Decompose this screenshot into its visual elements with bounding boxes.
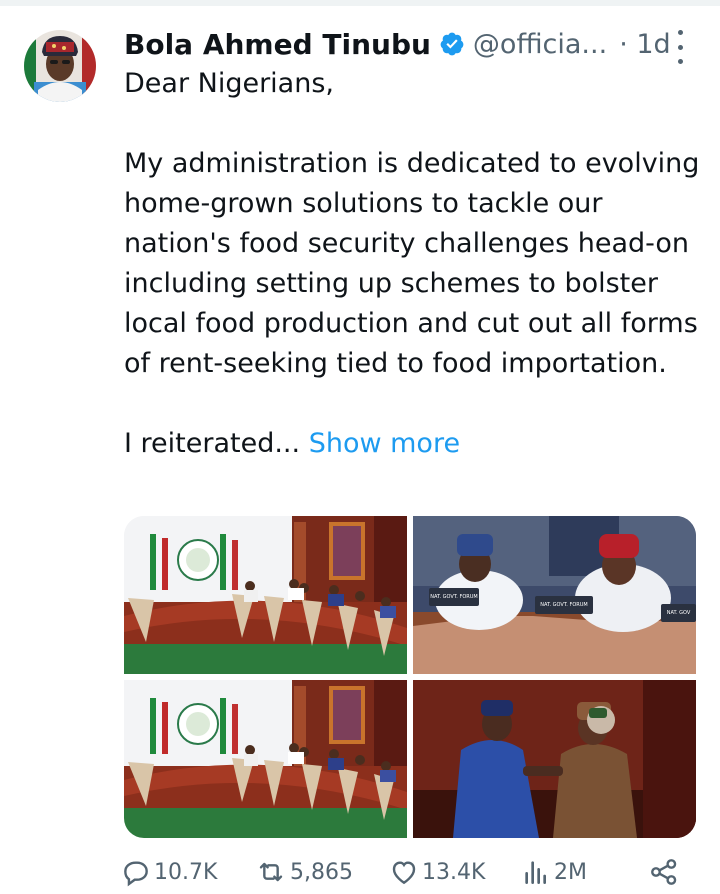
more-options-icon[interactable] [668, 30, 692, 64]
author-handle[interactable]: @officia... [473, 29, 607, 60]
desk-sign: NAT. GOVT. FORUM [430, 594, 478, 600]
reply-icon [124, 861, 148, 887]
share-button[interactable] [648, 856, 680, 888]
media-image-officials-greeting[interactable] [413, 680, 696, 838]
repost-icon [259, 862, 283, 882]
media-grid: NAT. GOVT. FORUM NAT. GOVT. FORUM NAT. G… [124, 516, 696, 838]
repost-count: 5,865 [290, 859, 353, 885]
views-icon [525, 861, 546, 884]
tweet-text: Dear Nigerians, My administration is ded… [124, 64, 710, 464]
reply-count: 10.7K [154, 859, 218, 885]
verified-badge-icon [439, 31, 465, 57]
like-button[interactable]: 13.4K [388, 856, 485, 888]
like-count: 13.4K [422, 859, 486, 885]
timestamp[interactable]: · 1d [619, 29, 670, 60]
avatar[interactable] [24, 30, 96, 102]
action-bar: 10.7K 5,865 13.4K 2M [120, 856, 720, 892]
tweet-paragraph: My administration is dedicated to evolvi… [124, 148, 700, 379]
top-divider [0, 0, 720, 6]
desk-sign: NAT. GOV [666, 610, 691, 616]
author-name[interactable]: Bola Ahmed Tinubu [124, 28, 431, 61]
show-more-link[interactable]: Show more [309, 428, 460, 459]
tweet-truncated: I reiterated... [124, 428, 301, 459]
like-icon [392, 861, 416, 885]
views-button[interactable]: 2M [520, 856, 587, 888]
media-image-council-chamber[interactable] [124, 516, 407, 674]
reply-button[interactable]: 10.7K [120, 856, 217, 888]
views-count: 2M [554, 859, 587, 885]
share-icon [651, 859, 677, 885]
media-image-council-chamber-2[interactable] [124, 680, 407, 838]
repost-button[interactable]: 5,865 [254, 856, 353, 888]
tweet-header: Bola Ahmed Tinubu @officia... · 1d [124, 22, 671, 66]
tweet-greeting: Dear Nigerians, [124, 68, 334, 99]
media-image-officials-table[interactable]: NAT. GOVT. FORUM NAT. GOVT. FORUM NAT. G… [413, 516, 696, 674]
tweet-truncated-line: I reiterated... Show more [124, 424, 710, 464]
desk-sign: NAT. GOVT. FORUM [540, 602, 588, 608]
